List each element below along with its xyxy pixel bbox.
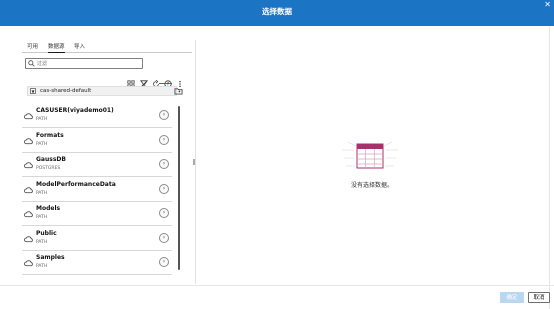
dialog-titlebar: 选择数据 ✕ bbox=[0, 0, 554, 26]
chevron-right-icon[interactable]: › bbox=[159, 110, 169, 120]
library-name: Models bbox=[36, 205, 61, 212]
data-sources-panel: 可用 数据源 导入 ? ▼ cas-shared-default CASUSER… bbox=[22, 40, 192, 284]
chevron-right-icon[interactable]: › bbox=[159, 232, 169, 243]
filter-field[interactable] bbox=[25, 58, 143, 69]
tab-data-sources[interactable]: 数据源 bbox=[48, 42, 65, 53]
library-name: GaussDB bbox=[36, 156, 66, 163]
chevron-right-icon[interactable]: › bbox=[159, 208, 169, 218]
cloud-library-icon bbox=[24, 260, 33, 267]
refresh-icon[interactable] bbox=[152, 73, 160, 87]
list-item[interactable]: Formats PATH › bbox=[22, 129, 172, 153]
filter-input[interactable] bbox=[37, 60, 137, 67]
chevron-down-icon[interactable]: ▼ bbox=[30, 88, 36, 94]
cloud-library-icon bbox=[24, 162, 33, 169]
server-name: cas-shared-default bbox=[40, 88, 92, 94]
cloud-library-icon bbox=[24, 235, 33, 242]
library-name: ModelPerformanceData bbox=[36, 180, 116, 188]
cloud-library-icon bbox=[24, 211, 33, 218]
library-type: PATH bbox=[36, 190, 48, 196]
list-item[interactable]: Models PATH › bbox=[22, 202, 172, 226]
tab-available[interactable]: 可用 bbox=[27, 42, 38, 50]
list-item[interactable]: ModelPerformanceData PATH › bbox=[22, 178, 172, 202]
chevron-right-icon[interactable]: › bbox=[159, 134, 169, 145]
footer-divider bbox=[0, 285, 554, 286]
tab-bar: 可用 数据源 导入 bbox=[22, 40, 192, 53]
panel-divider bbox=[549, 26, 550, 309]
library-type: PATH bbox=[36, 239, 48, 245]
list-item[interactable]: CASUSER(viyademo01) PATH › bbox=[22, 104, 172, 128]
library-name: Formats bbox=[36, 131, 64, 139]
tab-import[interactable]: 导入 bbox=[74, 42, 85, 50]
active-tool-indicator bbox=[159, 83, 172, 84]
close-icon[interactable]: ✕ bbox=[544, 1, 551, 9]
list-item[interactable]: GaussDB POSTGRES › bbox=[22, 153, 172, 177]
library-type: PATH bbox=[36, 264, 48, 269]
cloud-library-icon bbox=[24, 113, 33, 120]
more-options-icon[interactable] bbox=[176, 73, 184, 88]
search-icon bbox=[28, 60, 35, 67]
ok-button[interactable]: 确定 bbox=[500, 292, 524, 303]
library-name: CASUSER(viyademo01) bbox=[36, 107, 114, 114]
library-type: PATH bbox=[36, 141, 48, 147]
server-selector[interactable]: ▼ cas-shared-default bbox=[27, 86, 177, 96]
cloud-library-icon bbox=[24, 137, 33, 144]
filter-off-icon[interactable] bbox=[140, 73, 148, 88]
list-item[interactable]: Public PATH › bbox=[22, 227, 172, 251]
library-name: Public bbox=[36, 229, 57, 237]
library-type: POSTGRES bbox=[36, 166, 61, 171]
chevron-right-icon[interactable]: › bbox=[159, 183, 169, 194]
library-type: PATH bbox=[36, 215, 48, 220]
library-name: Samples bbox=[36, 254, 65, 261]
help-icon[interactable]: ? bbox=[164, 73, 172, 88]
list-item[interactable]: Samples PATH › bbox=[22, 251, 172, 275]
grid-view-icon[interactable] bbox=[127, 73, 135, 88]
dialog-title: 选择数据 bbox=[262, 7, 292, 16]
chevron-right-icon[interactable]: › bbox=[159, 159, 169, 169]
preview-panel: 没有选择数据。 bbox=[195, 40, 547, 284]
empty-table-icon bbox=[342, 141, 398, 169]
cancel-button[interactable]: 取消 bbox=[528, 292, 550, 303]
cloud-library-icon bbox=[24, 186, 33, 193]
chevron-right-icon[interactable]: › bbox=[159, 257, 169, 267]
folder-icon[interactable] bbox=[174, 87, 183, 95]
empty-state-message: 没有选择数据。 bbox=[350, 182, 393, 189]
library-type: PATH bbox=[36, 117, 48, 122]
list-scrollbar[interactable] bbox=[178, 106, 180, 270]
